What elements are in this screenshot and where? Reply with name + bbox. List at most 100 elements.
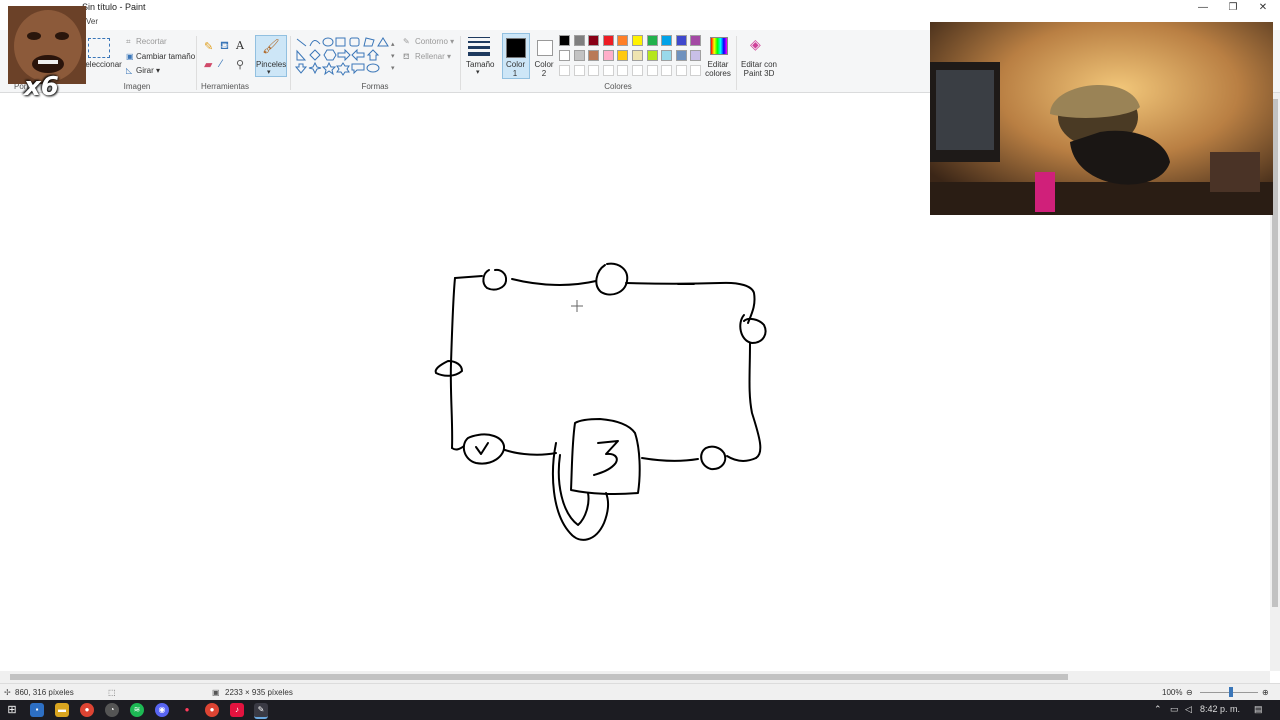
zoom-out-icon[interactable]: ⊖ xyxy=(1186,688,1193,697)
ribbon-separator xyxy=(290,36,291,90)
tray-chevron-icon[interactable]: ⌃ xyxy=(1154,704,1162,715)
text-tool-icon[interactable]: A xyxy=(236,39,244,52)
window-title: Sin título - Paint xyxy=(82,2,146,12)
palette-swatch-empty[interactable] xyxy=(690,65,702,76)
stroke-top-mid xyxy=(511,278,597,286)
fill-dropdown[interactable]: Rellenar ▾ xyxy=(415,52,451,61)
paint-icon[interactable]: ✎ xyxy=(254,703,268,719)
minimize-button[interactable]: — xyxy=(1188,0,1218,16)
check-mark xyxy=(475,442,489,455)
windows-start-icon[interactable]: ⊞ xyxy=(5,703,19,717)
edit-paint3d-button[interactable]: Editar con Paint 3D xyxy=(740,60,778,78)
tab-view[interactable]: Ver xyxy=(86,17,98,26)
brushes-dropdown-icon[interactable]: ▾ xyxy=(267,68,271,76)
palette-swatch-empty[interactable] xyxy=(646,65,658,76)
tiktok-icon[interactable]: ♪ xyxy=(230,703,244,717)
palette-swatch[interactable] xyxy=(675,35,687,46)
palette-swatch-empty[interactable] xyxy=(559,65,570,76)
palette-swatch[interactable] xyxy=(632,50,643,61)
crosshair-cursor-icon xyxy=(571,300,583,312)
paint3d-icon: ◈ xyxy=(750,36,761,52)
canvas-size: 2233 × 935 píxeles xyxy=(225,688,293,697)
size-label[interactable]: Tamaño xyxy=(466,60,494,69)
pencil-icon[interactable]: ✎ xyxy=(204,40,213,53)
palette-swatch[interactable] xyxy=(573,50,585,61)
palette-swatch-empty[interactable] xyxy=(602,65,614,76)
eraser-icon[interactable]: ▰ xyxy=(204,58,212,71)
zoom-slider-thumb[interactable] xyxy=(1229,687,1233,697)
palette-swatch-empty[interactable] xyxy=(661,65,673,76)
volume-icon[interactable]: ◁ xyxy=(1185,704,1192,715)
brushes-label: Pinceles xyxy=(256,60,287,69)
circle-right xyxy=(739,314,767,344)
palette-swatch[interactable] xyxy=(646,50,658,61)
size-icon[interactable] xyxy=(468,37,490,56)
shapes-group-label: Formas xyxy=(361,82,389,91)
palette-swatch-empty[interactable] xyxy=(573,65,585,76)
edit-colors-button[interactable]: Editar colores xyxy=(704,60,732,78)
palette-swatch[interactable] xyxy=(661,50,673,61)
palette-swatch[interactable] xyxy=(675,50,687,61)
palette-swatch[interactable] xyxy=(690,35,702,46)
shapes-gallery[interactable]: ▴ ▾ ▾ xyxy=(294,36,398,76)
select-icon[interactable] xyxy=(88,38,110,58)
palette-swatch[interactable] xyxy=(632,35,643,46)
palette-swatch[interactable] xyxy=(559,50,570,61)
close-button[interactable]: ✕ xyxy=(1248,0,1278,16)
magnifier-icon[interactable]: ⚲ xyxy=(236,58,244,71)
clock-icon[interactable]: ◔ xyxy=(105,703,119,717)
store-icon[interactable]: ▪ xyxy=(30,703,44,717)
palette-swatch[interactable] xyxy=(602,50,614,61)
maximize-button[interactable]: ❐ xyxy=(1218,0,1248,16)
horizontal-scrollbar[interactable] xyxy=(0,671,1270,683)
ribbon-separator xyxy=(736,36,737,90)
taskbar: ⊞ ▪ ▬ ● ◔ ≋ ◉ ● ● ♪ ✎ ⌃ ▭ ◁ 8:42 p. m. ▤ xyxy=(0,700,1280,720)
spotify-icon[interactable]: ≋ xyxy=(130,703,144,717)
outline-dropdown[interactable]: Contorno ▾ xyxy=(415,37,454,46)
file-explorer-icon[interactable]: ▬ xyxy=(55,703,69,717)
stroke-bottom-right xyxy=(726,455,757,462)
palette-swatch[interactable] xyxy=(588,50,600,61)
colors-group-label: Colores xyxy=(604,82,632,91)
palette-swatch[interactable] xyxy=(617,35,629,46)
palette-swatch-empty[interactable] xyxy=(588,65,600,76)
resize-button[interactable]: Cambiar tamaño xyxy=(136,52,195,61)
cursor-position-icon: ✢ xyxy=(4,688,11,697)
palette-swatch[interactable] xyxy=(602,35,614,46)
color-picker-icon[interactable]: ⁄ xyxy=(220,58,222,70)
chrome-alt-icon[interactable]: ● xyxy=(205,703,219,717)
palette-swatch[interactable] xyxy=(646,35,658,46)
notification-icon[interactable]: ▤ xyxy=(1254,704,1263,715)
discord-icon[interactable]: ◉ xyxy=(155,703,169,717)
palette-swatch[interactable] xyxy=(588,35,600,46)
palette-swatch[interactable] xyxy=(617,50,629,61)
network-icon[interactable]: ▭ xyxy=(1170,704,1179,715)
recording-icon[interactable]: ● xyxy=(180,703,194,717)
palette-swatch-empty[interactable] xyxy=(632,65,643,76)
crop-icon: ⌗ xyxy=(126,37,131,46)
palette-swatch[interactable] xyxy=(573,35,585,46)
color2-swatch[interactable] xyxy=(537,40,553,56)
stroke-bottom-left xyxy=(504,449,557,456)
emote-multiplier: x6 xyxy=(24,72,59,102)
color2-label[interactable]: Color 2 xyxy=(534,60,554,78)
palette-swatch[interactable] xyxy=(559,35,570,46)
zoom-in-icon[interactable]: ⊕ xyxy=(1262,688,1269,697)
palette-swatch[interactable] xyxy=(690,50,702,61)
time-display[interactable]: 8:42 p. m. xyxy=(1200,704,1240,714)
chrome-icon[interactable]: ● xyxy=(80,703,94,717)
select-button[interactable]: Seleccionar xyxy=(80,60,122,69)
palette-swatch-empty[interactable] xyxy=(617,65,629,76)
stroke-top-right xyxy=(625,281,756,324)
brush-icon: 🖌 xyxy=(262,38,280,54)
crop-button[interactable]: Recortar xyxy=(136,37,167,46)
palette-swatch-empty[interactable] xyxy=(675,65,687,76)
circle-top-left xyxy=(482,268,508,291)
ribbon-separator xyxy=(460,36,461,90)
fill-bucket-icon[interactable]: ⛾ xyxy=(220,40,229,54)
color1-label: Color 1 xyxy=(506,60,526,78)
rainbow-palette-icon xyxy=(710,37,728,55)
rotate-button[interactable]: Girar ▾ xyxy=(136,66,160,75)
horizontal-scroll-thumb[interactable] xyxy=(10,674,1068,680)
palette-swatch[interactable] xyxy=(661,35,673,46)
